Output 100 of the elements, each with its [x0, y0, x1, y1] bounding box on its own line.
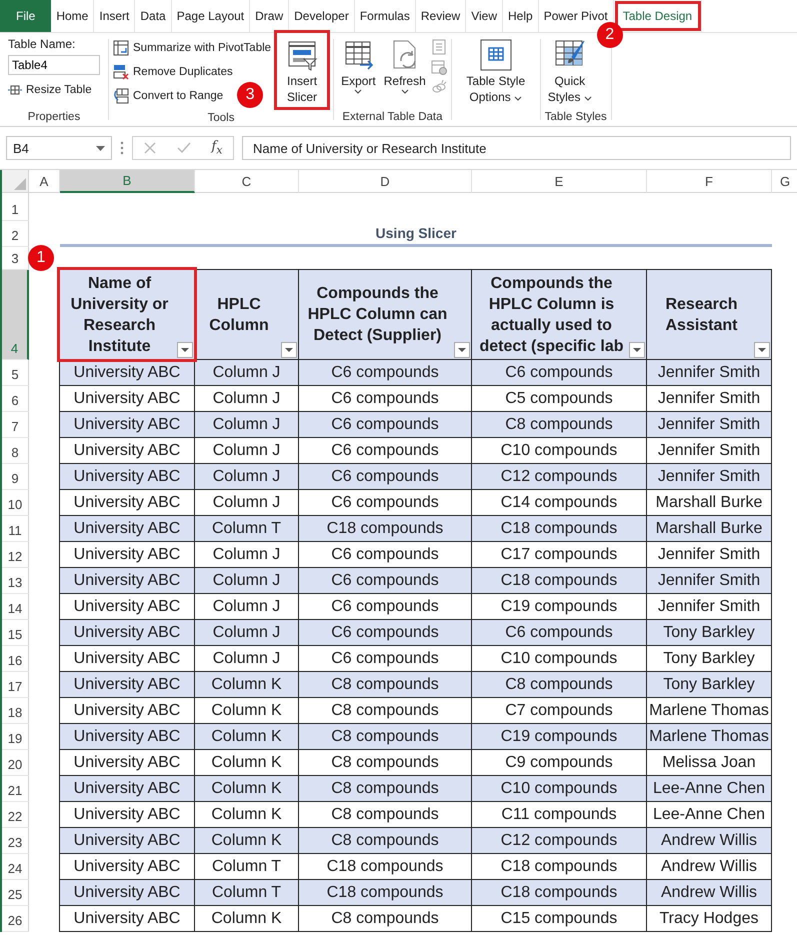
table-cell: C18 compounds [298, 879, 472, 906]
table-cell: C6 compounds [298, 463, 472, 490]
table-cell: Column J [194, 463, 299, 490]
row-header[interactable]: 4 [2, 270, 29, 360]
table-cell: University ABC [59, 567, 195, 594]
table-cell: C18 compounds [298, 515, 472, 542]
formula-field[interactable]: Name of University or Research Institute [242, 136, 791, 160]
ribbon-tab[interactable]: Review [416, 0, 466, 32]
table-cell: University ABC [59, 619, 195, 646]
ribbon-tab[interactable]: View [466, 0, 504, 32]
filter-dropdown-icon[interactable] [629, 342, 645, 358]
export-button[interactable]: Export [338, 37, 379, 96]
ribbon-tab[interactable]: Developer [289, 0, 355, 32]
table-cell: C18 compounds [471, 567, 647, 594]
table-cell: C6 compounds [298, 359, 472, 386]
table-cell: University ABC [59, 463, 195, 490]
table-cell: Tracy Hodges [646, 905, 772, 932]
group-label: Tools [206, 111, 236, 126]
remove-duplicates-icon [113, 64, 129, 80]
table-cell: Column J [194, 567, 299, 594]
group-label: Table Styles [544, 110, 607, 125]
caret-icon [584, 96, 592, 101]
table-cell: Column T [194, 879, 299, 906]
table-cell: University ABC [59, 411, 195, 438]
table-cell: Column K [194, 671, 299, 698]
table-name-label: Table Name: [8, 37, 76, 51]
table-cell: University ABC [59, 515, 195, 542]
dropdown-icon [96, 146, 105, 150]
table-cell: Marlene Thomas [646, 723, 772, 750]
table-style-options-button[interactable]: Table Style Options [456, 37, 536, 107]
table-cell: C12 compounds [471, 827, 647, 854]
column-header[interactable]: A [29, 170, 60, 193]
convert-range-icon [113, 88, 129, 104]
name-box[interactable]: B4 [6, 136, 112, 160]
insert-function-button[interactable]: f$_{x}$ [212, 139, 222, 157]
pivot-table-icon [113, 40, 129, 56]
resize-table-button[interactable]: Resize Table [8, 79, 100, 101]
filter-dropdown-icon[interactable] [281, 342, 297, 358]
table-cell: C10 compounds [471, 775, 647, 802]
header-text: Name of University or Research Institute [70, 274, 170, 356]
ribbon-tab[interactable]: Page Layout [172, 0, 250, 32]
table-cell: University ABC [59, 775, 195, 802]
caret-icon [400, 89, 409, 94]
quick-styles-button[interactable]: Quick Styles [544, 37, 595, 107]
check-icon[interactable] [176, 142, 191, 154]
table-cell: C8 compounds [471, 411, 647, 438]
drag-handle-icon [120, 141, 124, 155]
ribbon-tab[interactable]: Data [135, 0, 172, 32]
table-cell: C6 compounds [298, 567, 472, 594]
slicer-icon [286, 39, 318, 71]
table-cell: Jennifer Smith [646, 567, 772, 594]
table-cell: Andrew Willis [646, 827, 772, 854]
ribbon-tab[interactable]: Draw [250, 0, 290, 32]
filter-dropdown-icon[interactable] [454, 342, 470, 358]
column-header[interactable]: F [647, 170, 772, 193]
caret-icon [354, 89, 362, 94]
column-header[interactable]: D [299, 170, 472, 193]
table-cell: C8 compounds [298, 671, 472, 698]
filter-dropdown-icon[interactable] [754, 342, 770, 358]
ribbon-tab[interactable]: Home [51, 0, 94, 32]
table-cell: C8 compounds [298, 827, 472, 854]
ribbon-tab[interactable]: Formulas [354, 0, 416, 32]
summarize-pivottable-button[interactable]: Summarize with PivotTable [113, 37, 272, 59]
step-badge: 3 [237, 82, 264, 108]
column-header[interactable]: B [60, 170, 195, 193]
step-badge: 1 [28, 245, 54, 271]
ribbon-tab[interactable]: Table Design [614, 0, 702, 32]
column-header[interactable]: E [472, 170, 647, 193]
table-cell: Column K [194, 827, 299, 854]
insert-slicer-button[interactable]: Insert Slicer [275, 31, 330, 109]
table-cell: Jennifer Smith [646, 463, 772, 490]
refresh-button[interactable]: Refresh [380, 37, 429, 96]
group-label: External Table Data [341, 110, 444, 125]
table-cell: Column K [194, 775, 299, 802]
table-cell: University ABC [59, 671, 195, 698]
table-cell: C8 compounds [471, 671, 647, 698]
table-cell: C8 compounds [298, 775, 472, 802]
table-name-field[interactable]: Table4 [8, 55, 100, 75]
table-cell: C8 compounds [298, 723, 472, 750]
table-cell: Marshall Burke [646, 515, 772, 542]
ribbon-tab[interactable]: Insert [94, 0, 136, 32]
table-cell: C6 compounds [471, 619, 647, 646]
table-cell: C6 compounds [298, 411, 472, 438]
header-text: HPLC Column [208, 294, 270, 336]
convert-to-range-button[interactable]: Convert to Range [113, 85, 224, 107]
table-cell: C12 compounds [471, 463, 647, 490]
properties-icon [430, 39, 447, 55]
filter-dropdown-icon[interactable] [177, 342, 193, 358]
table-cell: Column J [194, 411, 299, 438]
header-text: Compounds the HPLC Column can Detect (Supplier) [306, 284, 448, 346]
table-cell: C6 compounds [298, 619, 472, 646]
remove-duplicates-button[interactable]: Remove Duplicates [113, 61, 233, 83]
table-cell: Column J [194, 619, 299, 646]
file-tab[interactable]: File [0, 0, 52, 32]
table-cell: C18 compounds [471, 515, 647, 542]
table-cell: Tony Barkley [646, 671, 772, 698]
header-text: Research Assistant [664, 294, 739, 336]
column-header[interactable]: C [195, 170, 299, 193]
ribbon-tab[interactable]: Help [503, 0, 539, 32]
table-cell: C19 compounds [471, 723, 647, 750]
